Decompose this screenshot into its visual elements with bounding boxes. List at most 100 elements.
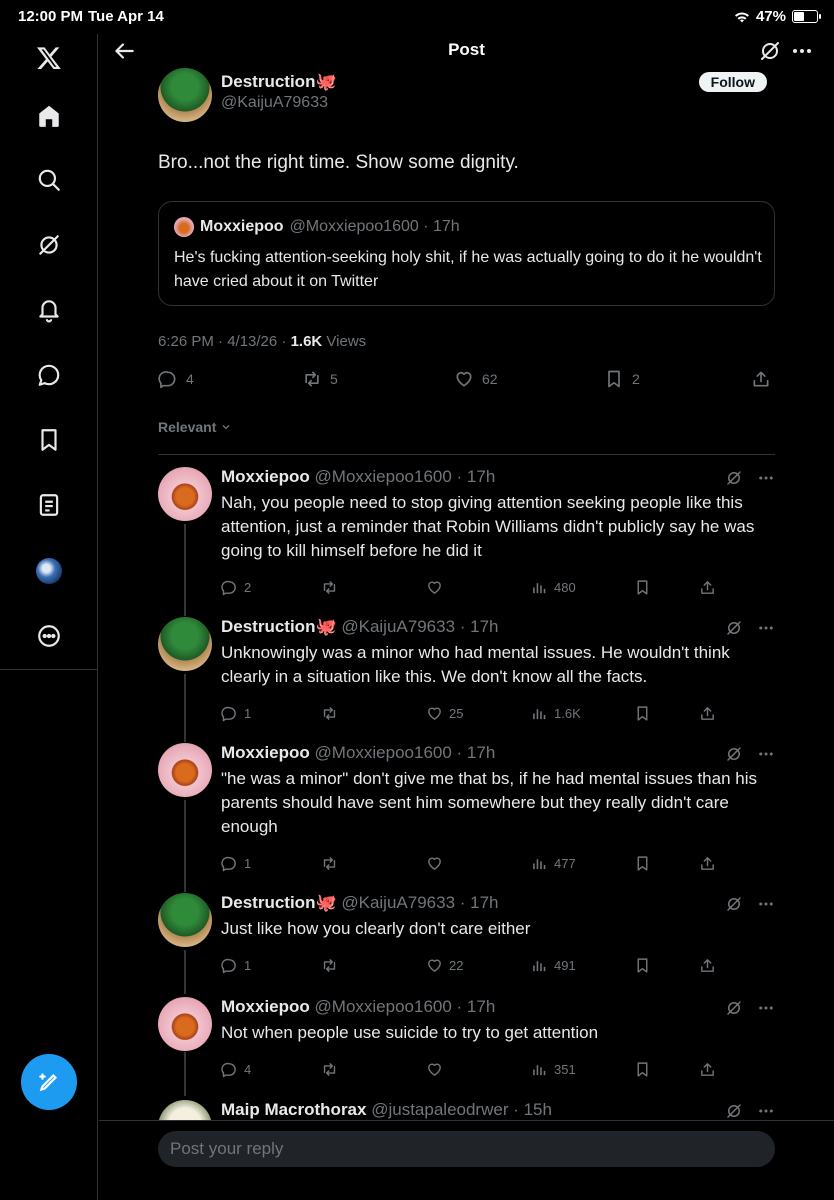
messages-icon[interactable] (29, 355, 69, 395)
like-button[interactable] (426, 855, 449, 872)
reply-author-handle[interactable]: @Moxxiepoo1600 · 17h (315, 997, 496, 1016)
search-icon[interactable] (29, 160, 69, 200)
quoted-post-text: He's fucking attention-seeking holy shit… (174, 249, 762, 290)
wifi-icon (734, 12, 749, 22)
like-button[interactable]: 62 (454, 369, 498, 389)
bookmark-button[interactable] (634, 705, 651, 722)
more-options-icon[interactable] (757, 745, 775, 768)
reply-button[interactable]: 2 (221, 579, 251, 596)
views-button[interactable]: 351 (531, 1061, 576, 1078)
share-button[interactable] (699, 957, 716, 974)
share-button[interactable] (699, 1061, 716, 1078)
reply-author-avatar[interactable] (158, 467, 212, 521)
views-button[interactable]: 480 (531, 579, 576, 596)
repost-icon (321, 1061, 338, 1078)
battery-icon (792, 10, 821, 23)
views-count: 1.6K (290, 333, 323, 350)
reply-author-name[interactable]: Moxxiepoo (221, 997, 310, 1016)
views-button[interactable]: 491 (531, 957, 576, 974)
bookmarks-icon[interactable] (29, 420, 69, 460)
grok-icon[interactable] (725, 619, 743, 642)
reply-author-name[interactable]: Destruction🐙 (221, 617, 337, 636)
lists-icon[interactable] (29, 485, 69, 525)
reply-input[interactable] (158, 1131, 775, 1167)
reply-author-name[interactable]: Moxxiepoo (221, 467, 310, 486)
like-button[interactable] (426, 579, 449, 596)
bookmark-button[interactable] (634, 855, 651, 872)
author-handle[interactable]: @KaijuA79633 (221, 94, 328, 112)
more-options-icon[interactable] (757, 469, 775, 492)
reply-button[interactable]: 1 (221, 957, 251, 974)
reply-header: Destruction🐙 @KaijuA79633 · 17h (221, 617, 499, 637)
side-navigation (0, 34, 98, 1200)
author-avatar[interactable] (158, 68, 212, 122)
reply-author-avatar[interactable] (158, 743, 212, 797)
more-options-icon[interactable] (757, 895, 775, 918)
share-button[interactable] (751, 369, 771, 389)
repost-button[interactable] (321, 957, 344, 974)
repost-button[interactable]: 5 (302, 369, 338, 389)
reply-author-handle[interactable]: @justapaleodrwer · 15h (371, 1100, 552, 1119)
reply-button[interactable]: 4 (221, 1061, 251, 1078)
reply-author-avatar[interactable] (158, 997, 212, 1051)
share-button[interactable] (699, 705, 716, 722)
reply-count: 4 (186, 371, 194, 387)
repost-button[interactable] (321, 705, 344, 722)
reply-author-handle[interactable]: @Moxxiepoo1600 · 17h (315, 743, 496, 762)
page-title: Post (448, 40, 485, 59)
battery-percent: 47% (755, 8, 786, 25)
reply-count: 4 (244, 1062, 252, 1077)
grok-icon[interactable] (29, 225, 69, 265)
home-icon[interactable] (29, 96, 69, 136)
repost-button[interactable] (321, 855, 344, 872)
heart-icon (426, 579, 443, 596)
bookmark-button[interactable] (634, 957, 651, 974)
reply-author-avatar[interactable] (158, 893, 212, 947)
reply-author-handle[interactable]: @Moxxiepoo1600 · 17h (315, 467, 496, 486)
views-button[interactable]: 1.6K (531, 705, 581, 722)
reply-button[interactable]: 1 (221, 705, 251, 722)
reply-count: 1 (244, 706, 252, 721)
author-name[interactable]: Destruction🐙 (221, 72, 337, 92)
bookmark-button[interactable] (634, 579, 651, 596)
reply-author-handle[interactable]: @KaijuA79633 · 17h (341, 893, 498, 912)
more-options-icon[interactable] (790, 39, 814, 63)
share-button[interactable] (699, 579, 716, 596)
more-options-icon[interactable] (757, 619, 775, 642)
grok-icon[interactable] (725, 745, 743, 768)
reply-header: Moxxiepoo @Moxxiepoo1600 · 17h (221, 997, 495, 1017)
more-options-icon[interactable] (757, 999, 775, 1022)
bookmark-icon (634, 579, 651, 596)
reply-button[interactable]: 4 (158, 369, 194, 389)
sort-replies-dropdown[interactable]: Relevant (158, 419, 232, 435)
like-button[interactable]: 25 (426, 705, 463, 722)
bookmark-button[interactable] (634, 1061, 651, 1078)
follow-button[interactable]: Follow (698, 72, 767, 92)
x-logo-icon[interactable] (29, 38, 69, 78)
views-button[interactable]: 477 (531, 855, 576, 872)
repost-button[interactable] (321, 1061, 344, 1078)
repost-button[interactable] (321, 579, 344, 596)
like-button[interactable] (426, 1061, 449, 1078)
quoted-post[interactable]: Moxxiepoo @Moxxiepoo1600 · 17h He's fuck… (158, 201, 775, 306)
more-icon[interactable] (29, 616, 69, 656)
sort-label: Relevant (158, 419, 217, 435)
grok-icon[interactable] (725, 469, 743, 492)
reply-author-handle[interactable]: @KaijuA79633 · 17h (341, 617, 498, 636)
reply-author-name[interactable]: Destruction🐙 (221, 893, 337, 912)
profile-avatar[interactable] (29, 551, 69, 591)
share-button[interactable] (699, 855, 716, 872)
grok-icon[interactable] (725, 999, 743, 1022)
bookmark-button[interactable]: 2 (604, 369, 640, 389)
thread-connector (184, 674, 186, 742)
reply-button[interactable]: 1 (221, 855, 251, 872)
like-count: 62 (482, 371, 498, 387)
grok-icon[interactable] (725, 895, 743, 918)
grok-icon[interactable] (758, 39, 782, 63)
like-button[interactable]: 22 (426, 957, 463, 974)
reply-author-name[interactable]: Maip Macrothorax (221, 1100, 366, 1119)
notifications-icon[interactable] (29, 290, 69, 330)
compose-post-button[interactable] (21, 1054, 77, 1110)
reply-author-avatar[interactable] (158, 617, 212, 671)
reply-author-name[interactable]: Moxxiepoo (221, 743, 310, 762)
